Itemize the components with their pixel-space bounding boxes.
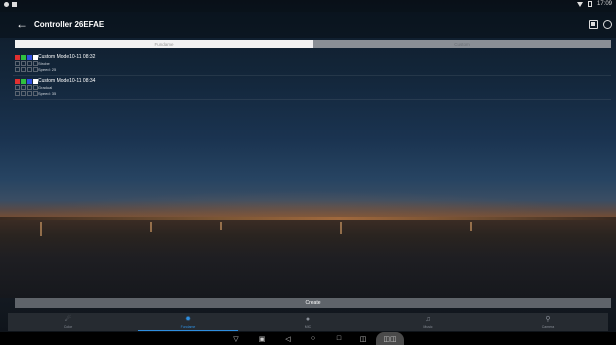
color-swatch [27,79,32,84]
wifi-icon [576,1,583,7]
light-reflection [150,222,152,232]
color-swatch [15,79,20,84]
color-swatch [21,91,26,96]
color-swatch [27,55,32,60]
mic-icon: ● [305,315,311,323]
app-bar: ← Controller 26EFAE [0,12,616,38]
create-button[interactable]: Create [15,298,611,308]
nav-label: MIC [304,324,312,329]
camera-icon: ⚲ [545,315,551,323]
tab-fundamental[interactable]: Fundame [15,40,313,48]
custom-mode-list: Custom Mode10-11 08:32 Strobe Speed: 25 … [13,52,611,100]
color-swatch [15,61,20,66]
light-reflection [340,222,342,234]
color-swatch [27,67,32,72]
mode-name: Custom Mode10-11 08:32 [38,54,96,60]
system-nav-bar: ▽ ▣ ◁ ○ □ ◫ ◫◫ [0,332,616,345]
sunset-glow [0,150,616,220]
nav-label: Camera [541,324,555,329]
save-icon[interactable] [589,20,598,29]
nav-music[interactable]: ♫ Music [368,313,488,331]
light-reflection [220,222,222,230]
tab-custom[interactable]: Custom [313,40,611,48]
light-reflection [470,222,472,231]
notification-icon [12,2,17,7]
nav-label: Color [63,324,73,329]
mode-tabs: Fundame Custom [15,40,611,48]
nav-mic[interactable]: ● MIC [248,313,368,331]
mode-speed: Speed: 35 [38,91,57,96]
color-swatch [21,79,26,84]
volume-icon[interactable]: ◫ [356,332,370,345]
status-bar: 17:09 [0,0,616,12]
mode-effect: Gradual [38,85,53,90]
color-swatch [27,91,32,96]
color-swatch [21,61,26,66]
nav-label: Music [423,324,433,329]
info-icon[interactable] [603,20,612,29]
lake-water [0,220,616,298]
dropdown-icon[interactable]: ▽ [229,332,243,345]
screenshot-icon[interactable]: ▣ [255,332,269,345]
light-reflection [40,222,42,236]
color-swatch [15,91,20,96]
nav-label: Fundame [180,324,196,329]
color-swatch [27,61,32,66]
color-swatch [15,67,20,72]
notification-icon [4,2,9,7]
list-item[interactable]: Custom Mode10-11 08:34 Gradual Speed: 35 [13,76,611,100]
nav-camera[interactable]: ⚲ Camera [488,313,608,331]
color-swatch [21,85,26,90]
color-swatch [21,55,26,60]
color-icon: ☄ [64,315,72,323]
page-title: Controller 26EFAE [34,20,105,29]
fundamental-icon: ✹ [185,315,191,323]
color-swatch-grid [15,79,38,96]
multiwindow-icon[interactable]: ◫◫ [376,332,404,345]
battery-icon [587,1,592,7]
music-icon: ♫ [425,315,431,323]
mode-name: Custom Mode10-11 08:34 [38,78,96,84]
nav-color[interactable]: ☄ Color [8,313,128,331]
home-icon[interactable]: ○ [306,332,320,345]
app-screen: 17:09 ← Controller 26EFAE Fundame Custom… [0,0,616,345]
list-item[interactable]: Custom Mode10-11 08:32 Strobe Speed: 25 [13,52,611,76]
mode-effect: Strobe [38,61,50,66]
back-arrow-icon[interactable]: ← [16,18,28,30]
status-time: 17:09 [596,1,612,7]
color-swatch [15,85,20,90]
back-icon[interactable]: ◁ [281,332,295,345]
color-swatch-grid [15,55,38,72]
bottom-nav: ☄ Color ✹ Fundame ● MIC ♫ Music ⚲ Camera [8,313,608,331]
color-swatch [21,67,26,72]
nav-fundamental[interactable]: ✹ Fundame [128,313,248,331]
color-swatch [27,85,32,90]
mode-speed: Speed: 25 [38,67,57,72]
color-swatch [15,55,20,60]
recents-icon[interactable]: □ [332,332,346,345]
